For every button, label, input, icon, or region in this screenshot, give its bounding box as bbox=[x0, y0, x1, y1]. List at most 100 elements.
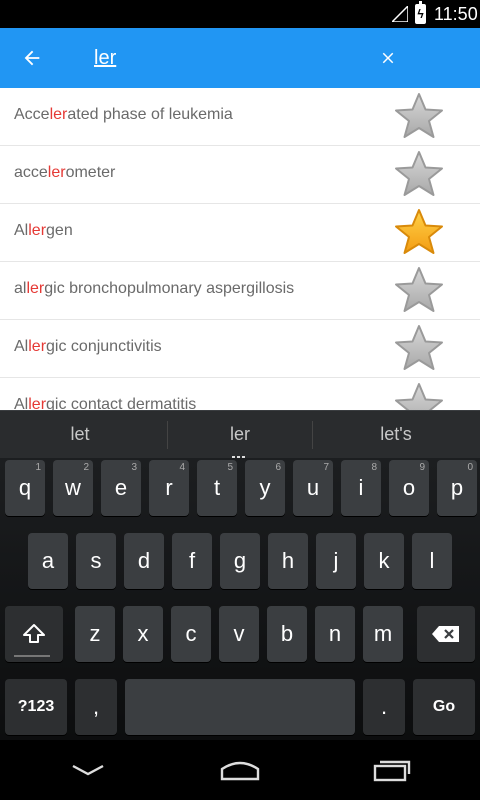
star-outline-icon[interactable] bbox=[392, 149, 446, 201]
key-label: m bbox=[373, 621, 393, 646]
term-match: ler bbox=[26, 280, 45, 297]
term-match: ler bbox=[49, 106, 68, 123]
go-key[interactable]: Go bbox=[413, 679, 475, 735]
key-j[interactable]: j bbox=[316, 533, 356, 589]
status-bar: ϟ 11:50 bbox=[0, 0, 480, 28]
key-a[interactable]: a bbox=[28, 533, 68, 589]
shift-icon bbox=[23, 624, 45, 643]
suggestion-item[interactable]: let bbox=[0, 411, 160, 459]
result-row[interactable]: allergic bronchopulmonary aspergillosis bbox=[0, 262, 480, 320]
key-k[interactable]: k bbox=[364, 533, 404, 589]
key-y[interactable]: y6 bbox=[245, 460, 285, 516]
star-outline-icon[interactable] bbox=[392, 323, 446, 375]
result-term: allergic bronchopulmonary aspergillosis bbox=[14, 280, 294, 298]
key-hint: 5 bbox=[227, 462, 233, 473]
battery-icon: ϟ bbox=[415, 1, 426, 24]
key-hint: 0 bbox=[467, 462, 473, 473]
key-hint: 2 bbox=[83, 462, 89, 473]
key-q[interactable]: q1 bbox=[5, 460, 45, 516]
shift-key[interactable] bbox=[5, 606, 63, 662]
key-w[interactable]: w2 bbox=[53, 460, 93, 516]
term-prefix: Al bbox=[14, 338, 29, 355]
term-match: ler bbox=[28, 338, 47, 355]
key-z[interactable]: z bbox=[75, 606, 115, 662]
key-hint: 7 bbox=[323, 462, 329, 473]
result-row[interactable]: Accelerated phase of leukemia bbox=[0, 88, 480, 146]
home-icon bbox=[220, 761, 260, 781]
symbols-key-label: ?123 bbox=[17, 698, 55, 715]
comma-key[interactable]: , bbox=[75, 679, 117, 735]
key-label: j bbox=[333, 548, 339, 573]
result-row[interactable]: accelerometer bbox=[0, 146, 480, 204]
result-term: Allergic contact dermatitis bbox=[14, 396, 196, 410]
key-hint: 1 bbox=[35, 462, 41, 473]
result-term: Allergen bbox=[14, 222, 73, 240]
key-g[interactable]: g bbox=[220, 533, 260, 589]
key-label: n bbox=[328, 621, 342, 646]
chevron-down-icon bbox=[72, 764, 104, 776]
key-i[interactable]: i8 bbox=[341, 460, 381, 516]
recent-apps-button[interactable] bbox=[362, 750, 422, 790]
backspace-icon bbox=[432, 626, 459, 642]
key-label: b bbox=[280, 621, 294, 646]
star-filled-icon[interactable] bbox=[392, 207, 446, 259]
key-c[interactable]: c bbox=[171, 606, 211, 662]
result-row[interactable]: Allergic contact dermatitis bbox=[0, 378, 480, 410]
term-match: ler bbox=[28, 396, 47, 410]
key-s[interactable]: s bbox=[76, 533, 116, 589]
search-input[interactable] bbox=[94, 42, 364, 74]
key-label: v bbox=[233, 621, 245, 646]
key-hint: 8 bbox=[371, 462, 377, 473]
key-label: s bbox=[90, 548, 102, 573]
result-row[interactable]: Allergen bbox=[0, 204, 480, 262]
star-outline-icon[interactable] bbox=[392, 265, 446, 317]
arrow-back-icon bbox=[24, 50, 40, 66]
hide-keyboard-button[interactable] bbox=[58, 750, 118, 790]
space-key[interactable] bbox=[125, 679, 355, 735]
star-outline-icon[interactable] bbox=[392, 381, 446, 410]
key-h[interactable]: h bbox=[268, 533, 308, 589]
term-suffix: gen bbox=[46, 222, 73, 239]
period-key-label: . bbox=[380, 694, 388, 719]
star-outline-icon[interactable] bbox=[392, 91, 446, 143]
key-n[interactable]: n bbox=[315, 606, 355, 662]
key-p[interactable]: p0 bbox=[437, 460, 477, 516]
key-b[interactable]: b bbox=[267, 606, 307, 662]
key-label: d bbox=[137, 548, 151, 573]
results-list: Accelerated phase of leukemia acceleromet… bbox=[0, 88, 480, 410]
key-x[interactable]: x bbox=[123, 606, 163, 662]
backspace-key[interactable] bbox=[417, 606, 475, 662]
key-label: a bbox=[41, 548, 55, 573]
comma-key-label: , bbox=[92, 694, 100, 719]
key-r[interactable]: r4 bbox=[149, 460, 189, 516]
result-row[interactable]: Allergic conjunctivitis bbox=[0, 320, 480, 378]
more-suggestions-indicator bbox=[232, 446, 248, 459]
key-label: g bbox=[233, 548, 247, 573]
term-suffix: gic contact dermatitis bbox=[46, 396, 197, 410]
key-grid: ?123 , . Go q 1 w 2 e 3 r 4 t 5 y 6 u 7 … bbox=[0, 458, 480, 740]
home-button[interactable] bbox=[210, 750, 270, 790]
key-f[interactable]: f bbox=[172, 533, 212, 589]
key-o[interactable]: o9 bbox=[389, 460, 429, 516]
key-label: l bbox=[429, 548, 435, 573]
key-hint: 9 bbox=[419, 462, 425, 473]
suggestion-item[interactable]: ler bbox=[160, 411, 320, 459]
term-prefix: acce bbox=[14, 164, 48, 181]
key-l[interactable]: l bbox=[412, 533, 452, 589]
period-key[interactable]: . bbox=[363, 679, 405, 735]
suggestion-item[interactable]: let's bbox=[312, 411, 480, 459]
key-m[interactable]: m bbox=[363, 606, 403, 662]
key-d[interactable]: d bbox=[124, 533, 164, 589]
back-button[interactable] bbox=[10, 36, 54, 80]
key-e[interactable]: e3 bbox=[101, 460, 141, 516]
clear-search-button[interactable] bbox=[366, 36, 410, 80]
key-t[interactable]: t5 bbox=[197, 460, 237, 516]
key-v[interactable]: v bbox=[219, 606, 259, 662]
term-prefix: al bbox=[14, 280, 27, 297]
symbols-key[interactable]: ?123 bbox=[5, 679, 67, 735]
key-hint: 6 bbox=[275, 462, 281, 473]
key-u[interactable]: u7 bbox=[293, 460, 333, 516]
term-prefix: Acce bbox=[14, 106, 50, 123]
shift-indicator bbox=[14, 655, 50, 657]
go-key-label: Go bbox=[432, 698, 456, 715]
